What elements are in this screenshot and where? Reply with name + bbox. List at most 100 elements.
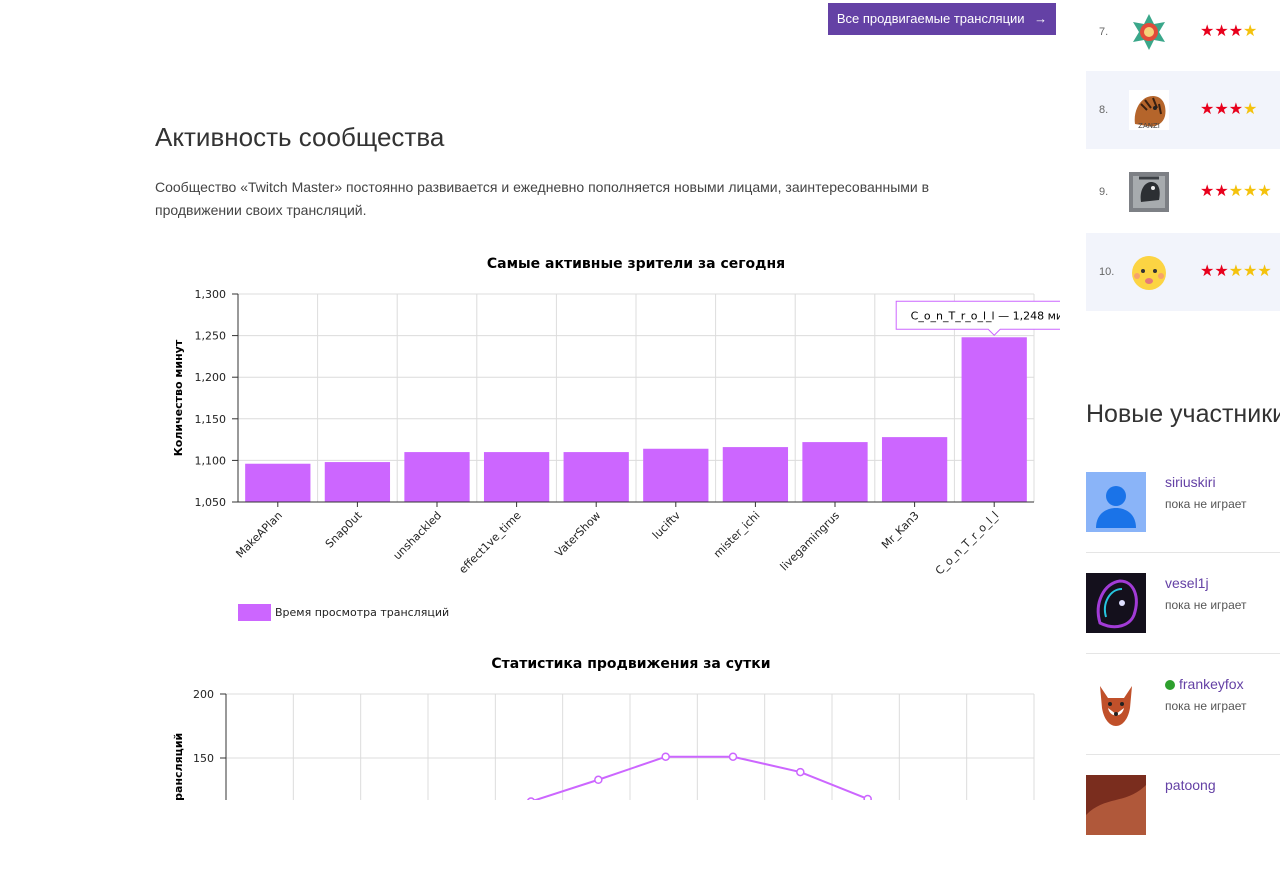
line-point[interactable] (796, 767, 805, 777)
x-tick-label: unshackled (391, 509, 444, 562)
x-tick-label: mister_ichi (711, 509, 762, 560)
avatar[interactable] (1129, 172, 1169, 212)
rank-number: 7. (1099, 26, 1109, 38)
bar-chart: 1,050 1,100 1,150 1,200 1,250 1,300 MakeAPlan… (172, 288, 1060, 621)
avatar[interactable] (1129, 252, 1169, 292)
x-tick-label: Snap0ut (323, 508, 365, 550)
ranking-row[interactable]: 10. ★★★★★ (1086, 233, 1280, 311)
bar-Snap0ut[interactable] (324, 462, 391, 502)
avatar[interactable]: ZANZI (1129, 90, 1169, 130)
activity-description: Сообщество «Twitch Master» постоянно раз… (155, 179, 930, 218)
line-chart-title: Статистика продвижения за сутки (491, 656, 771, 672)
legend-swatch (238, 604, 271, 621)
rating-stars: ★★★★ (1200, 0, 1257, 71)
x-tick-label: C_o_n_T_r_o_l_l (933, 509, 1002, 578)
member-name[interactable]: vesel1j (1165, 575, 1209, 591)
y-tick-label: 1,300 (195, 288, 227, 301)
bar-unshackled[interactable] (404, 452, 470, 502)
y-tick-label: 1,200 (195, 371, 227, 384)
line-chart: 150 200 трансляций (172, 688, 1035, 800)
avatar[interactable] (1086, 472, 1146, 532)
star-icon: ★ (1243, 23, 1258, 40)
member-name-label: siriuskiri (1165, 474, 1216, 490)
star-icon: ★ (1214, 183, 1229, 200)
line-series-path (532, 755, 869, 800)
bar-livegamingrus[interactable] (802, 442, 868, 502)
rank-number: 10. (1099, 266, 1115, 278)
star-icon: ★ (1214, 263, 1229, 280)
member-name[interactable]: siriuskiri (1165, 474, 1216, 490)
online-status-icon (1165, 680, 1175, 690)
member-item[interactable]: siriuskiri пока не играет (1086, 472, 1280, 572)
rank-number: 9. (1099, 186, 1109, 198)
y-tick-label: 1,250 (195, 330, 227, 343)
all-promoted-streams-button[interactable]: Все продвигаемые трансляции → (828, 3, 1056, 35)
divider (1086, 754, 1280, 755)
y-tick-label: 200 (193, 688, 214, 701)
line-point[interactable] (594, 775, 603, 785)
bar-MakeAPlan[interactable] (245, 463, 311, 502)
bar-effect1ve_time[interactable] (483, 452, 550, 502)
star-icon: ★ (1200, 23, 1215, 40)
member-name[interactable]: patoong (1165, 777, 1216, 793)
star-icon: ★ (1200, 183, 1215, 200)
avatar[interactable] (1086, 573, 1146, 633)
ranking-row[interactable]: 9. ★★★★★ (1086, 153, 1280, 231)
star-icon: ★ (1257, 263, 1272, 280)
star-icon: ★ (1243, 101, 1258, 118)
legend-label: Время просмотра трансляций (275, 606, 449, 619)
member-name[interactable]: frankeyfox (1165, 676, 1244, 692)
ranking-row[interactable]: 7. ★★★★ (1086, 0, 1280, 71)
x-tick-label: livegamingrus (778, 509, 843, 574)
member-status: пока не играет (1165, 699, 1247, 713)
y-tick-label: 1,150 (195, 413, 227, 426)
bar-mister_ichi[interactable] (722, 447, 789, 502)
x-tick-label: MakeAPlan (233, 509, 285, 561)
avatar[interactable] (1129, 12, 1169, 52)
member-item[interactable]: frankeyfox пока не играет (1086, 674, 1280, 774)
line-point[interactable] (661, 752, 670, 761)
bar-chart-title: Самые активные зрители за сегодня (486, 256, 786, 272)
avatar[interactable] (1086, 775, 1146, 835)
bar-chart-legend[interactable]: Время просмотра трансляций (238, 604, 449, 621)
star-icon: ★ (1228, 183, 1244, 200)
divider (1086, 653, 1280, 654)
new-members-title: Новые участники (1086, 400, 1280, 428)
promo-button-label: Все продвигаемые трансляции (836, 11, 1025, 26)
ranking-row[interactable]: 8. ZANZI ★★★★ (1086, 71, 1280, 149)
arrow-right-icon: → (1034, 11, 1048, 26)
star-icon: ★ (1257, 183, 1272, 200)
bar-VaterShow[interactable] (563, 452, 629, 502)
bar-luciftv[interactable] (643, 448, 709, 502)
x-tick-label: Mr_Kan3 (879, 509, 922, 552)
rating-stars: ★★★★★ (1200, 233, 1272, 311)
rating-stars: ★★★★★ (1200, 153, 1272, 231)
y-tick-label: 1,100 (195, 454, 227, 467)
x-tick-label: effect1ve_time (456, 509, 523, 576)
star-icon: ★ (1228, 23, 1244, 40)
avatar[interactable] (1086, 674, 1146, 734)
line-point[interactable] (863, 794, 872, 800)
y-tick-label: 150 (193, 752, 214, 765)
member-item[interactable]: vesel1j пока не играет (1086, 573, 1280, 673)
star-icon: ★ (1228, 263, 1244, 280)
x-tick-label: VaterShow (553, 509, 604, 560)
rating-stars: ★★★★ (1200, 71, 1257, 149)
member-item[interactable]: patoong (1086, 775, 1280, 875)
star-icon: ★ (1214, 23, 1229, 40)
y-tick-label: 1,050 (195, 496, 227, 509)
divider (1086, 552, 1280, 553)
bar-Mr_Kan3[interactable] (881, 437, 948, 502)
line-point[interactable] (728, 752, 738, 761)
bar-C_o_n_T_r_o_l_l[interactable] (961, 337, 1027, 502)
star-icon: ★ (1243, 263, 1258, 280)
line-chart-ylabel: трансляций (172, 733, 185, 800)
x-tick-label: luciftv (650, 509, 683, 542)
bar-chart-ylabel: Количество минут (172, 339, 185, 456)
activity-title: Активность сообщества (155, 122, 445, 152)
member-status: пока не играет (1165, 598, 1247, 612)
bar-tooltip: C_o_n_T_r_o_l_l — 1,248 мин. (895, 300, 1060, 336)
star-icon: ★ (1214, 101, 1229, 118)
star-icon: ★ (1200, 101, 1215, 118)
tooltip-label: C_o_n_T_r_o_l_l — 1,248 мин. (911, 309, 1060, 322)
